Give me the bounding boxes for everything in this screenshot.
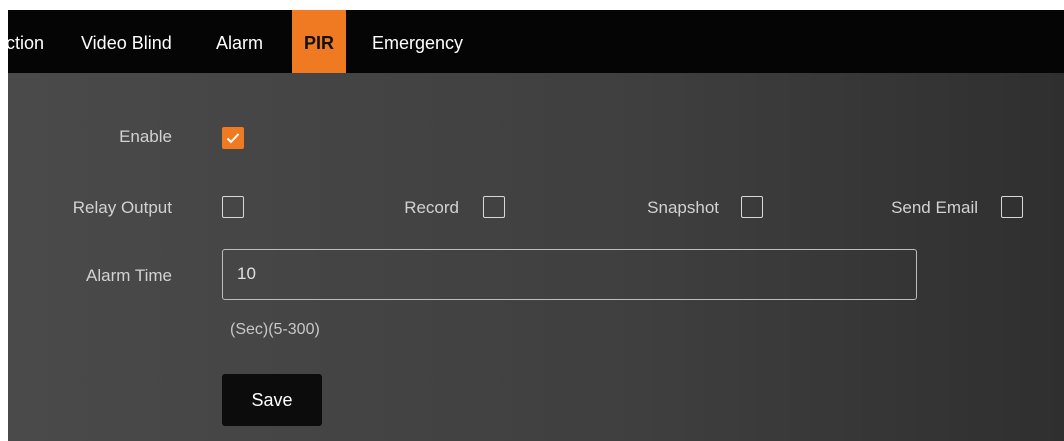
record-label: Record xyxy=(404,198,459,217)
alarm-time-label: Alarm Time xyxy=(86,266,172,285)
send-email-label: Send Email xyxy=(891,198,978,217)
alarm-time-input[interactable]: 10 xyxy=(222,249,917,300)
save-button[interactable]: Save xyxy=(222,374,322,426)
tab-pir[interactable]: PIR xyxy=(292,10,347,73)
send-email-checkbox[interactable] xyxy=(1001,196,1023,218)
check-icon xyxy=(226,133,240,144)
pir-settings-panel: ction Video Blind Alarm PIR Emergency En… xyxy=(8,10,1064,441)
tab-emergency[interactable]: Emergency xyxy=(372,10,463,73)
alarm-time-hint: (Sec)(5-300) xyxy=(230,321,320,338)
tab-motion-detection[interactable]: ction xyxy=(8,10,44,73)
tab-alarm[interactable]: Alarm xyxy=(216,10,263,73)
snapshot-label: Snapshot xyxy=(647,198,719,217)
snapshot-checkbox[interactable] xyxy=(741,196,763,218)
enable-label: Enable xyxy=(119,127,172,146)
relay-output-checkbox[interactable] xyxy=(222,196,244,218)
tab-bar: ction Video Blind Alarm PIR Emergency xyxy=(8,10,1064,73)
relay-output-label: Relay Output xyxy=(72,198,172,217)
record-checkbox[interactable] xyxy=(483,196,505,218)
tab-video-blind[interactable]: Video Blind xyxy=(81,10,172,73)
enable-checkbox[interactable] xyxy=(222,127,244,149)
